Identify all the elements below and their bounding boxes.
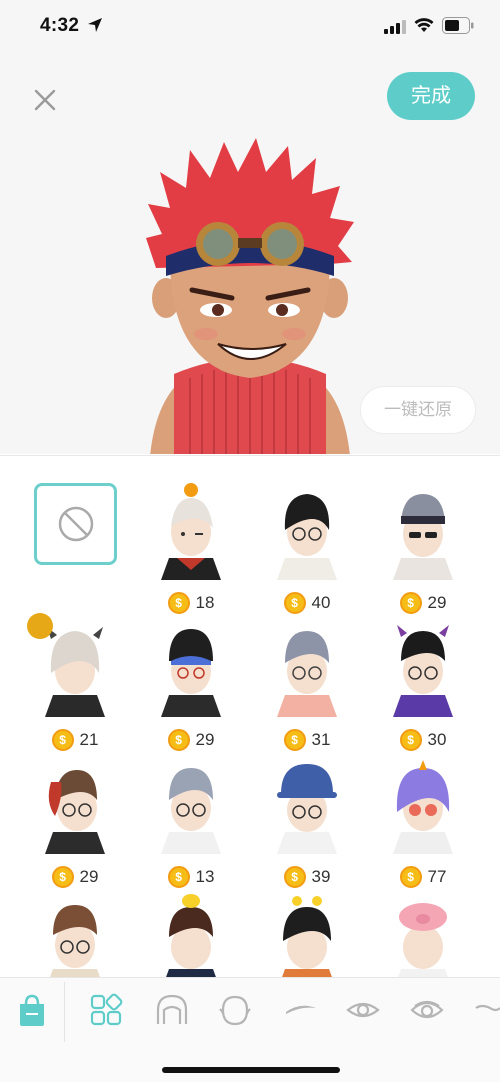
- avatar-thumbnail: [161, 768, 221, 854]
- coin-icon: $: [283, 866, 306, 888]
- avatar-thumbnail: [277, 631, 337, 717]
- cellular-signal-icon: [384, 20, 406, 34]
- avatar-item[interactable]: $39: [249, 750, 365, 888]
- avatar-thumbnail: [161, 629, 221, 717]
- item-price: 77: [427, 867, 447, 886]
- avatar-thumbnail: [393, 625, 453, 717]
- avatar-thumbnail: [166, 894, 216, 977]
- coin-icon: $: [399, 592, 422, 614]
- status-time: 4:32: [40, 15, 80, 36]
- eyebrow-icon[interactable]: [282, 992, 318, 1028]
- avatar-item[interactable]: $18: [133, 476, 249, 614]
- coin-icon: $: [399, 866, 422, 888]
- status-bar: 4:32: [0, 0, 500, 52]
- coin-icon: $: [399, 729, 422, 751]
- avatar-item[interactable]: [249, 887, 365, 977]
- avatar-item[interactable]: $31: [249, 613, 365, 751]
- avatar-item[interactable]: $29: [365, 476, 481, 614]
- coin-icon: $: [167, 866, 190, 888]
- wifi-icon: [414, 18, 434, 32]
- close-icon[interactable]: [30, 85, 60, 115]
- hair-outline-icon[interactable]: [154, 992, 190, 1028]
- avatar-item[interactable]: $40: [249, 476, 365, 614]
- bottom-tab-bar: [0, 977, 500, 1082]
- avatar-thumbnail: [282, 896, 332, 977]
- reset-button[interactable]: 一键还原: [360, 386, 476, 434]
- crown-icon: [27, 613, 53, 639]
- coin-icon: $: [51, 729, 74, 751]
- avatar-item[interactable]: $13: [133, 750, 249, 888]
- mouth-icon[interactable]: [472, 992, 500, 1028]
- item-grid: $18 $40 $29 $21 $ 29 $ 31 $ 30 $ 29 $ 13…: [0, 455, 500, 977]
- shop-bag-icon[interactable]: [14, 992, 50, 1028]
- avatar-thumbnail: [393, 760, 453, 854]
- eye-shape-icon[interactable]: [409, 992, 445, 1028]
- coin-icon: $: [167, 729, 190, 751]
- item-price: 30: [427, 730, 447, 749]
- item-price: 13: [195, 867, 215, 886]
- avatar-thumbnail: [393, 494, 453, 580]
- avatar-item[interactable]: [17, 887, 133, 977]
- avatar-item[interactable]: [365, 887, 481, 977]
- eye-icon[interactable]: [345, 992, 381, 1028]
- face-shape-icon[interactable]: [217, 992, 253, 1028]
- coin-icon: $: [283, 729, 306, 751]
- done-button[interactable]: 完成: [387, 72, 475, 120]
- coin-icon: $: [167, 592, 190, 614]
- avatar-item[interactable]: $29: [133, 613, 249, 751]
- avatar-preview: 完成 一键还原: [0, 52, 500, 454]
- item-price: 39: [311, 867, 331, 886]
- item-price: 31: [311, 730, 331, 749]
- none-option[interactable]: [34, 483, 117, 565]
- avatar-item[interactable]: $29: [17, 750, 133, 888]
- coin-icon: $: [283, 592, 306, 614]
- tab-separator: [64, 982, 65, 1042]
- home-indicator: [162, 1067, 340, 1073]
- avatar-thumbnail: [161, 483, 221, 580]
- avatar-item[interactable]: [133, 887, 249, 977]
- item-price: 29: [195, 730, 215, 749]
- avatar-thumbnail: [398, 903, 448, 977]
- item-price: 21: [79, 730, 99, 749]
- prohibited-icon: [58, 506, 94, 542]
- avatar-thumbnail: [277, 494, 337, 580]
- avatar-item[interactable]: $30: [365, 613, 481, 751]
- avatar-thumbnail: [50, 905, 100, 977]
- avatar-item[interactable]: $77: [365, 750, 481, 888]
- item-price: 29: [427, 593, 447, 612]
- item-price: 29: [79, 867, 99, 886]
- avatar-thumbnail: [45, 770, 105, 854]
- coin-icon: $: [51, 866, 74, 888]
- avatar-thumbnail: [277, 764, 337, 854]
- item-price: 40: [311, 593, 331, 612]
- battery-icon: [442, 17, 474, 34]
- item-price: 18: [195, 593, 215, 612]
- avatar-figure: [146, 138, 354, 454]
- location-arrow-icon: [88, 18, 102, 32]
- hairstyle-grid-icon[interactable]: [88, 992, 124, 1028]
